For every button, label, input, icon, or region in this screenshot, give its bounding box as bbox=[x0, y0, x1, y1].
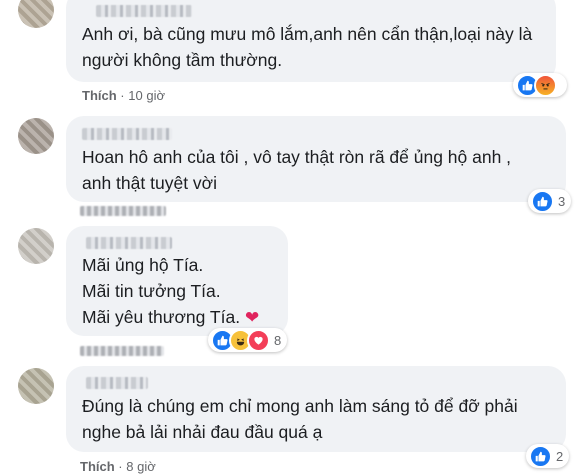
separator: · bbox=[120, 88, 125, 103]
comment-bubble: Đúng là chúng em chỉ mong anh làm sáng t… bbox=[66, 366, 566, 452]
love-reaction-icon bbox=[247, 328, 270, 352]
comment-text: Đúng là chúng em chỉ mong anh làm sáng t… bbox=[82, 396, 518, 442]
comment-text: Hoan hô anh của tôi , vô tay thật ròn rã… bbox=[82, 147, 512, 193]
avatar[interactable] bbox=[18, 118, 54, 154]
commenter-name-blurred[interactable] bbox=[86, 377, 148, 389]
commenter-name-blurred[interactable] bbox=[86, 237, 172, 249]
like-reaction-icon bbox=[529, 444, 552, 468]
timestamp[interactable]: 8 giờ bbox=[126, 459, 156, 474]
comment: Đúng là chúng em chỉ mong anh làm sáng t… bbox=[0, 362, 580, 474]
heart-icon: ❤ bbox=[244, 308, 260, 327]
comment-text-lines: Mãi ủng hộ Tía. Mãi tin tưởng Tía. Mãi y… bbox=[82, 255, 241, 327]
comment: Anh ơi, bà cũng mưu mô lắm,anh nên cẩn t… bbox=[0, 0, 580, 110]
avatar[interactable] bbox=[18, 0, 54, 28]
comment-bubble: Anh ơi, bà cũng mưu mô lắm,anh nên cẩn t… bbox=[66, 0, 556, 82]
commenter-name-blurred[interactable] bbox=[96, 5, 192, 17]
comment-meta: Thích · 8 giờ bbox=[80, 459, 156, 474]
comment-meta-blurred bbox=[80, 206, 166, 216]
like-link[interactable]: Thích bbox=[82, 88, 117, 103]
reaction-count: 8 bbox=[274, 332, 282, 348]
timestamp[interactable]: 10 giờ bbox=[128, 88, 165, 103]
reaction-count: 2 bbox=[556, 448, 564, 464]
reaction-summary[interactable]: 2 bbox=[526, 444, 570, 468]
comment-text: Anh ơi, bà cũng mưu mô lắm,anh nên cẩn t… bbox=[82, 24, 533, 70]
comment-bubble: Hoan hô anh của tôi , vô tay thật ròn rã… bbox=[66, 116, 566, 202]
comment-bubble: Mãi ủng hộ Tía. Mãi tin tưởng Tía. Mãi y… bbox=[66, 226, 288, 336]
comment-text: Mãi ủng hộ Tía. Mãi tin tưởng Tía. Mãi y… bbox=[82, 252, 259, 331]
reaction-summary[interactable] bbox=[513, 73, 567, 97]
comment: Mãi ủng hộ Tía. Mãi tin tưởng Tía. Mãi y… bbox=[0, 222, 580, 362]
comment-meta: Thích · 10 giờ bbox=[82, 88, 165, 103]
avatar[interactable] bbox=[18, 228, 54, 264]
reaction-count: 3 bbox=[558, 193, 566, 209]
commenter-name-blurred[interactable] bbox=[82, 128, 172, 140]
separator: · bbox=[118, 459, 123, 474]
comment: Hoan hô anh của tôi , vô tay thật ròn rã… bbox=[0, 110, 580, 222]
reaction-summary[interactable]: 3 bbox=[528, 189, 572, 213]
like-reaction-icon bbox=[531, 189, 554, 213]
angry-reaction-icon bbox=[534, 73, 557, 97]
comment-meta-blurred bbox=[80, 346, 164, 356]
like-link[interactable]: Thích bbox=[80, 459, 115, 474]
avatar[interactable] bbox=[18, 368, 54, 404]
reaction-summary[interactable]: 8 bbox=[208, 328, 288, 352]
